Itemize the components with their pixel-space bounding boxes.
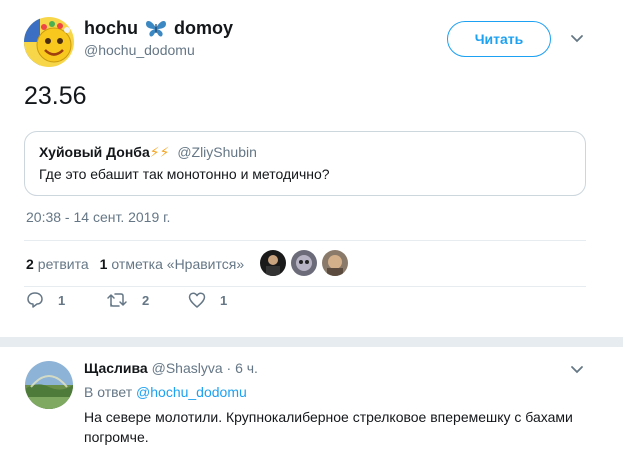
divider bbox=[24, 286, 586, 287]
reply-author-handle[interactable]: @Shaslyva bbox=[152, 360, 223, 376]
quoted-tweet[interactable]: Хуйовый Донба⚡⚡ @ZliyShubin Где это ебаш… bbox=[24, 131, 586, 196]
follow-button[interactable]: Читать bbox=[447, 21, 551, 57]
in-reply-to: В ответ @hochu_dodomu bbox=[84, 384, 247, 400]
reply-author-avatar[interactable] bbox=[25, 361, 73, 409]
chevron-down-icon[interactable] bbox=[569, 32, 585, 46]
tweet-timestamp[interactable]: 20:38 - 14 сент. 2019 г. bbox=[26, 209, 170, 225]
reply-header: Щаслива @Shaslyva · 6 ч. bbox=[84, 360, 258, 376]
tweet-text: 23.56 bbox=[24, 82, 87, 110]
quoted-author-handle: @ZliyShubin bbox=[177, 144, 257, 160]
author-avatar[interactable] bbox=[24, 17, 74, 67]
liker-avatar[interactable] bbox=[291, 250, 317, 276]
likes-stat[interactable]: 1 отметка «Нравится» bbox=[100, 256, 245, 272]
tweet: hochu domoy @hochu_dodomu Читать 23.56 Х… bbox=[0, 0, 623, 335]
reply-time[interactable]: · 6 ч. bbox=[227, 360, 258, 376]
reply-icon bbox=[27, 292, 43, 308]
chevron-down-icon[interactable] bbox=[569, 363, 585, 377]
retweet-button[interactable]: 2 bbox=[106, 291, 176, 309]
section-separator bbox=[0, 337, 623, 347]
liker-avatar[interactable] bbox=[260, 250, 286, 276]
author-handle[interactable]: @hochu_dodomu bbox=[84, 42, 233, 58]
in-reply-to-link[interactable]: @hochu_dodomu bbox=[136, 384, 247, 400]
divider bbox=[24, 240, 586, 241]
retweets-stat[interactable]: 2 ретвита bbox=[26, 256, 89, 272]
quoted-tweet-header: Хуйовый Донба⚡⚡ @ZliyShubin bbox=[39, 144, 573, 161]
like-button[interactable]: 1 bbox=[188, 291, 248, 309]
butterfly-icon bbox=[144, 18, 168, 38]
reply-tweet[interactable]: Щаслива @Shaslyva · 6 ч. В ответ @hochu_… bbox=[0, 347, 623, 453]
lightning-icon: ⚡⚡ bbox=[149, 144, 170, 160]
reply-button[interactable]: 1 bbox=[26, 291, 76, 309]
reply-author-name[interactable]: Щаслива bbox=[84, 360, 148, 376]
retweet-icon bbox=[107, 293, 127, 307]
author-display-name[interactable]: hochu domoy bbox=[84, 17, 233, 39]
quoted-author-name: Хуйовый Донба bbox=[39, 144, 150, 160]
quoted-tweet-text: Где это ебашит так монотонно и методично… bbox=[39, 166, 330, 182]
tweet-stats: 2 ретвита 1 отметка «Нравится» bbox=[26, 256, 255, 272]
reply-text: На севере молотили. Крупнокалиберное стр… bbox=[84, 409, 573, 445]
likers-avatars bbox=[260, 250, 348, 276]
author-names: hochu domoy @hochu_dodomu bbox=[84, 17, 233, 58]
liker-avatar[interactable] bbox=[322, 250, 348, 276]
heart-icon bbox=[188, 292, 206, 308]
